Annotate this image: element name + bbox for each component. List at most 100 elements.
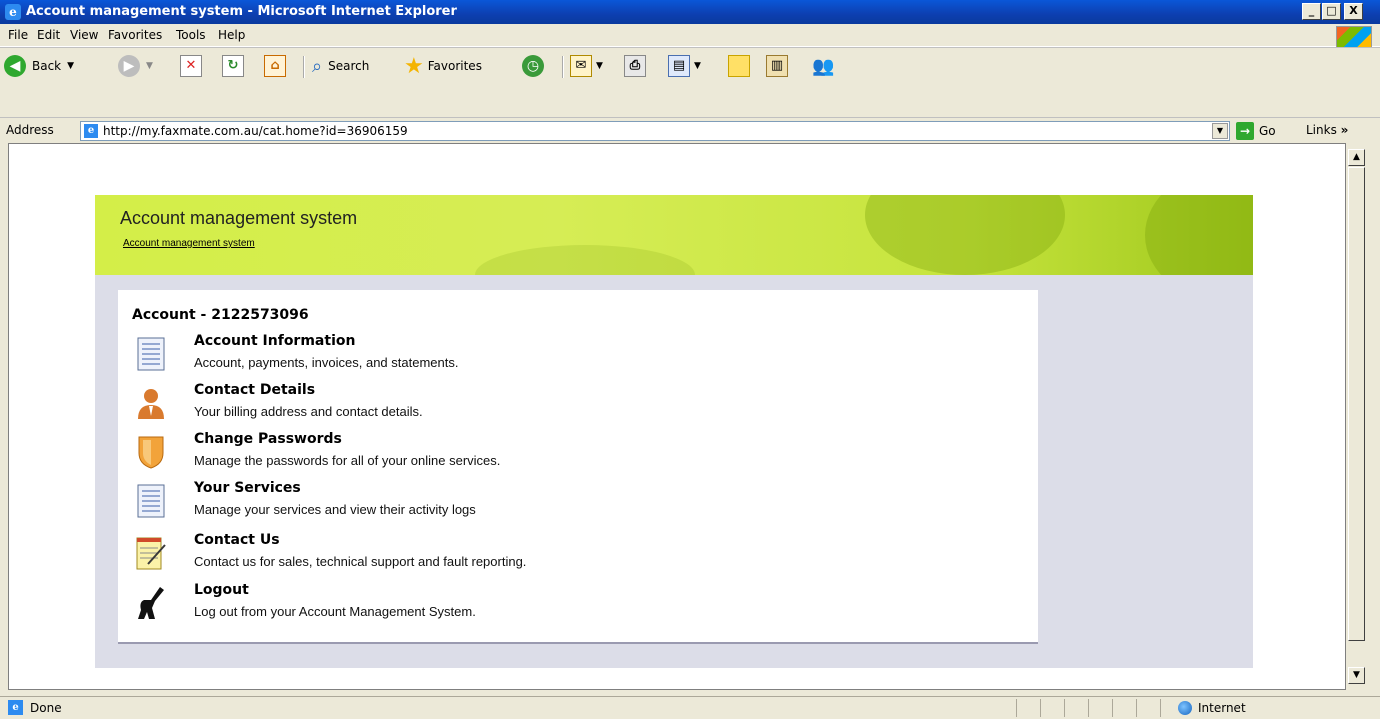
menu-edit[interactable]: Edit	[37, 28, 60, 42]
go-label: Go	[1259, 124, 1276, 138]
favorites-label: Favorites	[427, 59, 482, 73]
item-description: Manage your services and view their acti…	[194, 502, 476, 517]
scroll-down-button[interactable]: ▼	[1348, 667, 1365, 684]
chevron-down-icon: ▼	[67, 61, 75, 71]
messenger-icon: 👥	[812, 55, 835, 77]
research-button[interactable]: ▥	[766, 54, 788, 78]
notepad-icon	[136, 537, 166, 570]
person-icon	[138, 389, 164, 419]
item-title[interactable]: Change Passwords	[194, 431, 342, 447]
scroll-thumb[interactable]	[1348, 167, 1365, 641]
menu-item-logout[interactable]: Logout Log out from your Account Managem…	[132, 582, 1012, 630]
stop-button[interactable]: ✕	[180, 54, 202, 78]
status-bar: e Done Internet	[0, 696, 1380, 719]
windows-flag-icon	[1336, 26, 1372, 48]
links-label: Links	[1306, 123, 1337, 137]
menu-help[interactable]: Help	[218, 28, 245, 42]
minimize-button[interactable]: _	[1302, 3, 1321, 20]
search-icon: ⌕	[312, 55, 323, 77]
stop-icon: ✕	[180, 55, 202, 77]
page-header: Account management system Account manage…	[95, 195, 1253, 275]
address-bar: Address e http://my.faxmate.com.au/cat.h…	[0, 117, 1380, 144]
refresh-button[interactable]: ↻	[222, 54, 244, 78]
home-icon: ⌂	[264, 55, 286, 77]
item-description: Log out from your Account Management Sys…	[194, 604, 476, 619]
star-icon: ★	[404, 53, 424, 79]
menu-item-contact-details[interactable]: Contact Details Your billing address and…	[132, 382, 1012, 430]
account-heading: Account - 2122573096	[132, 307, 309, 323]
back-arrow-icon: ◀	[4, 55, 26, 77]
chevron-down-icon: ▼	[694, 61, 701, 71]
page-title: Account management system	[120, 208, 358, 228]
item-title[interactable]: Contact Us	[194, 532, 280, 548]
menu-item-account-information[interactable]: Account Information Account, payments, i…	[132, 333, 1012, 381]
menu-bar: File Edit View Favorites Tools Help	[0, 24, 1380, 47]
item-description: Manage the passwords for all of your onl…	[194, 453, 501, 468]
messenger-button[interactable]: 👥	[812, 54, 834, 78]
mail-icon: ✉	[570, 55, 592, 77]
search-button[interactable]: ⌕ Search	[312, 54, 369, 78]
page-icon: e	[84, 124, 98, 138]
address-url: http://my.faxmate.com.au/cat.home?id=369…	[103, 124, 408, 138]
edit-button[interactable]: ▤ ▼	[668, 54, 701, 78]
links-button[interactable]: Links »	[1306, 123, 1348, 137]
go-button[interactable]: → Go	[1236, 122, 1276, 140]
back-button[interactable]: ◀ Back ▼	[4, 54, 74, 78]
forward-button[interactable]: ▶ ▼	[118, 54, 153, 78]
edit-page-icon: ▤	[668, 55, 690, 77]
research-icon: ▥	[766, 55, 788, 77]
history-button[interactable]: ◷	[522, 54, 544, 78]
menu-item-change-passwords[interactable]: Change Passwords Manage the passwords fo…	[132, 431, 1012, 479]
page-viewport: Account management system Account manage…	[8, 143, 1346, 690]
account-menu-card: Account - 2122573096 Account Information…	[118, 290, 1038, 644]
address-dropdown-button[interactable]: ▼	[1212, 123, 1228, 139]
discuss-button[interactable]	[728, 54, 750, 78]
globe-icon	[1178, 701, 1192, 715]
note-icon	[728, 55, 750, 77]
ie-logo-icon: e	[5, 4, 21, 20]
window-title: Account management system - Microsoft In…	[26, 4, 457, 19]
maximize-button[interactable]: □	[1322, 3, 1341, 20]
shield-icon	[138, 436, 164, 469]
list-icon	[137, 484, 165, 518]
security-zone: Internet	[1178, 701, 1246, 715]
menu-file[interactable]: File	[8, 28, 28, 42]
standard-toolbar: ◀ Back ▼ ▶ ▼ ✕ ↻ ⌂ ⌕ Search ★ Favorites …	[0, 47, 1380, 84]
favorites-button[interactable]: ★ Favorites	[404, 53, 482, 79]
item-description: Contact us for sales, technical support …	[194, 554, 527, 569]
page-icon: e	[8, 700, 23, 715]
breadcrumb-link[interactable]: Account management system	[123, 238, 255, 249]
menu-favorites[interactable]: Favorites	[108, 28, 162, 42]
menu-tools[interactable]: Tools	[176, 28, 206, 42]
item-description: Account, payments, invoices, and stateme…	[194, 355, 459, 370]
print-icon: ⎙	[624, 55, 646, 77]
scroll-up-button[interactable]: ▲	[1348, 149, 1365, 166]
mail-button[interactable]: ✉ ▼	[570, 54, 603, 78]
item-description: Your billing address and contact details…	[194, 404, 423, 419]
history-icon: ◷	[522, 55, 544, 77]
back-label: Back	[32, 59, 62, 73]
title-bar: e Account management system - Microsoft …	[0, 0, 1380, 24]
print-button[interactable]: ⎙	[624, 54, 646, 78]
address-input[interactable]: e http://my.faxmate.com.au/cat.home?id=3…	[80, 121, 1230, 141]
menu-item-your-services[interactable]: Your Services Manage your services and v…	[132, 480, 1012, 528]
item-title[interactable]: Contact Details	[194, 382, 315, 398]
go-arrow-icon: →	[1236, 122, 1254, 140]
refresh-icon: ↻	[222, 55, 244, 77]
zone-label: Internet	[1198, 701, 1246, 715]
list-icon	[137, 337, 165, 371]
menu-view[interactable]: View	[70, 28, 98, 42]
status-text: Done	[30, 701, 62, 715]
chevron-down-icon: ▼	[146, 61, 153, 71]
menu-item-contact-us[interactable]: Contact Us Contact us for sales, technic…	[132, 532, 1012, 580]
chevron-down-icon: ▼	[596, 61, 603, 71]
vertical-scrollbar[interactable]: ▲ ▼	[1346, 143, 1368, 690]
item-title[interactable]: Account Information	[194, 333, 355, 349]
logout-figure-icon	[138, 587, 164, 619]
home-button[interactable]: ⌂	[264, 54, 286, 78]
close-button[interactable]: X	[1344, 3, 1363, 20]
item-title[interactable]: Logout	[194, 582, 249, 598]
address-label: Address	[6, 123, 54, 137]
item-title[interactable]: Your Services	[194, 480, 301, 496]
forward-arrow-icon: ▶	[118, 55, 140, 77]
